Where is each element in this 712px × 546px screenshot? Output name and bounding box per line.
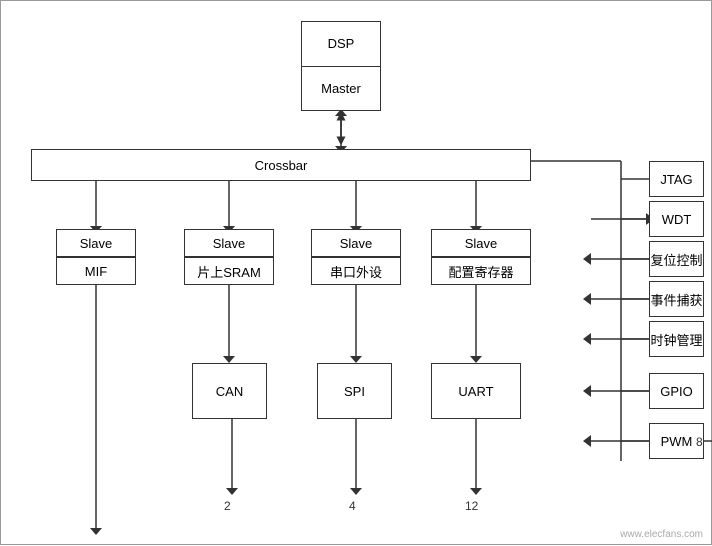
slave1-box: Slave	[56, 229, 136, 257]
config-box: 配置寄存器	[431, 257, 531, 285]
slave1-label: Slave	[80, 236, 113, 251]
can-label: CAN	[216, 384, 243, 399]
config-label: 配置寄存器	[448, 262, 513, 281]
dsp-master-box: DSP Master	[301, 21, 381, 111]
gpio-label: GPIO	[660, 384, 693, 399]
master-label: Master	[302, 67, 380, 111]
event-label: 事件捕获	[650, 290, 702, 309]
event-box: 事件捕获	[649, 281, 704, 317]
wdt-label: WDT	[662, 212, 692, 227]
slave4-label: Slave	[465, 236, 498, 251]
crossbar-box: Crossbar	[31, 149, 531, 181]
clock-box: 时钟管理	[649, 321, 704, 357]
reset-label: 复位控制	[650, 250, 702, 269]
num12-label: 12	[465, 499, 478, 513]
spi-label: SPI	[344, 384, 365, 399]
serial-box: 串口外设	[311, 257, 401, 285]
slave3-box: Slave	[311, 229, 401, 257]
spi-box: SPI	[317, 363, 392, 419]
serial-label: 串口外设	[330, 262, 382, 281]
slave2-box: Slave	[184, 229, 274, 257]
reset-box: 复位控制	[649, 241, 704, 277]
dsp-label: DSP	[302, 22, 380, 67]
mif-label: MIF	[85, 264, 107, 279]
jtag-label: JTAG	[660, 172, 692, 187]
wdt-box: WDT	[649, 201, 704, 237]
slave4-box: Slave	[431, 229, 531, 257]
sram-box: 片上SRAM	[184, 257, 274, 285]
clock-label: 时钟管理	[650, 330, 702, 349]
watermark: www.elecfans.com	[620, 529, 703, 540]
slave2-label: Slave	[213, 236, 246, 251]
num8-label: 8	[696, 435, 703, 449]
jtag-box: JTAG	[649, 161, 704, 197]
slave3-label: Slave	[340, 236, 373, 251]
uart-box: UART	[431, 363, 521, 419]
num2-label: 2	[224, 499, 231, 513]
pwm-label: PWM	[661, 434, 693, 449]
sram-label: 片上SRAM	[197, 262, 261, 281]
gpio-box: GPIO	[649, 373, 704, 409]
mif-box: MIF	[56, 257, 136, 285]
crossbar-label: Crossbar	[255, 158, 308, 173]
can-box: CAN	[192, 363, 267, 419]
uart-label: UART	[458, 384, 493, 399]
diagram-container: DSP Master Crossbar Slave MIF Slave 片上SR…	[0, 0, 712, 545]
num4-label: 4	[349, 499, 356, 513]
